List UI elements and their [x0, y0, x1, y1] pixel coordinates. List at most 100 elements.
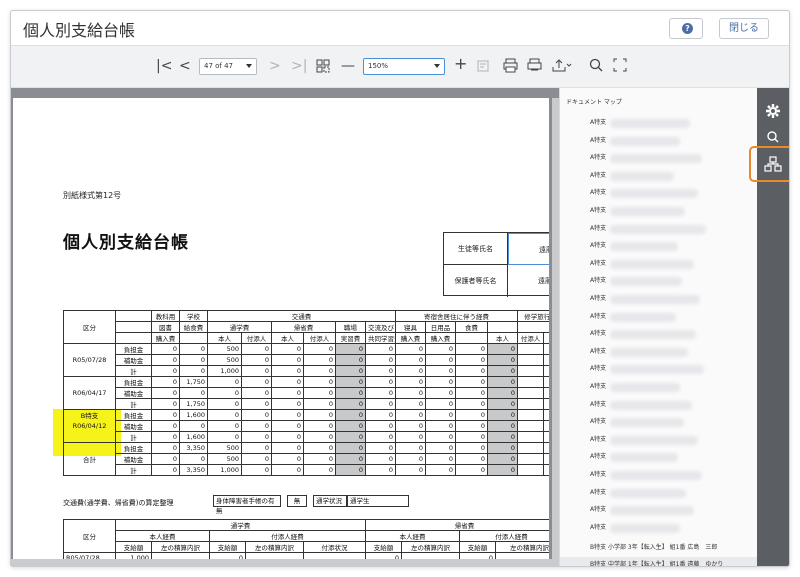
page-select[interactable]: 47 of 47 — [199, 58, 257, 75]
header-cell — [517, 321, 549, 333]
document-map-item[interactable]: A特支 — [590, 275, 606, 287]
print-layout-icon[interactable] — [527, 58, 542, 73]
header-cell: 支給額 — [365, 541, 403, 553]
redacted-name — [610, 435, 698, 445]
document-map-item[interactable]: A特支 — [590, 223, 606, 235]
prev-page-button[interactable]: < — [179, 58, 191, 74]
help-icon: ? — [682, 23, 693, 34]
value-cell: 0 — [395, 354, 427, 366]
header-cell: 購入費 — [151, 332, 180, 344]
document-map-item[interactable]: A特支 — [590, 170, 606, 182]
help-button[interactable]: ? — [669, 18, 703, 39]
value-cell — [517, 442, 545, 454]
guardian-name-row: 保護者等氏名 遠藤 — [444, 265, 549, 297]
value-cell: 0 — [395, 453, 427, 465]
document-map-item[interactable]: A特支 — [590, 328, 606, 340]
search-icon[interactable] — [589, 58, 604, 73]
zoom-out-button[interactable]: — — [341, 58, 355, 74]
value-cell: 0 — [151, 409, 180, 421]
redacted-name — [610, 154, 702, 164]
edit-disabled-icon[interactable] — [477, 59, 491, 73]
fullscreen-icon[interactable] — [613, 58, 628, 73]
zoom-in-button[interactable]: + — [454, 56, 467, 72]
row-group-cell — [63, 464, 116, 476]
header-cell: 購入費 — [425, 332, 457, 344]
header-cell: 支給額 — [459, 541, 497, 553]
document-map-item[interactable]: A特支 — [590, 240, 606, 252]
zoom-select[interactable]: 150% — [363, 58, 445, 75]
document-map-icon[interactable] — [762, 153, 784, 175]
document-map-item[interactable]: A特支 — [590, 487, 606, 499]
document-map-item[interactable]: A特支 — [590, 205, 606, 217]
document-map-item[interactable]: A特支 — [590, 416, 606, 428]
value-cell: 0 — [425, 354, 457, 366]
gear-icon[interactable] — [762, 100, 784, 122]
value-cell: 1,000 — [207, 365, 242, 377]
document-map-item[interactable]: A特支 — [590, 434, 606, 446]
horizontal-scrollbar[interactable] — [11, 559, 559, 566]
value-cell — [543, 464, 549, 476]
value-cell: 0 — [395, 420, 427, 432]
value-cell: 0 — [395, 343, 427, 355]
close-button[interactable]: 閉じる — [719, 18, 769, 39]
header-cell — [487, 321, 519, 333]
value-cell: 0 — [395, 409, 427, 421]
search-icon[interactable] — [762, 126, 784, 148]
value-cell — [517, 409, 545, 421]
value-cell: 0 — [335, 354, 366, 366]
document-map-item[interactable]: B特支 中学部 1年【転入生】 組1番 遠藤 ゆかり — [590, 559, 723, 566]
document-map-item[interactable]: A特支 — [590, 504, 606, 516]
header-cell: 支給額 — [209, 541, 246, 553]
header-cell: 本人 — [207, 332, 242, 344]
redacted-name — [610, 418, 684, 428]
redacted-name — [610, 259, 694, 269]
calc-header-row: 本人経費 付添人経費 本人経費 付添人経費 — [64, 530, 549, 542]
name-box: 生徒等氏名 遠藤 保護者等氏名 遠藤 — [443, 232, 549, 297]
document-map-item[interactable]: A特支 — [590, 399, 606, 411]
last-page-button[interactable]: >| — [291, 58, 307, 74]
document-map-item[interactable]: A特支 — [590, 293, 606, 305]
document-map-item[interactable]: A特支 — [590, 311, 606, 323]
value-cell: 0 — [271, 420, 304, 432]
document-map-item[interactable]: A特支 — [590, 152, 606, 164]
value-cell: 0 — [303, 365, 336, 377]
document-map-item[interactable]: A特支 — [590, 187, 606, 199]
document-map-item[interactable]: A特支 — [590, 522, 606, 534]
document-map-item[interactable]: A特支 — [590, 117, 606, 129]
value-cell: 0 — [335, 376, 366, 388]
redacted-name — [610, 400, 692, 410]
value-cell: 0 — [303, 387, 336, 399]
redacted-name — [610, 171, 674, 181]
value-cell: 0 — [455, 398, 489, 410]
value-cell: 0 — [455, 354, 489, 366]
vertical-scrollbar[interactable] — [552, 98, 559, 566]
value-cell: 0 — [303, 376, 336, 388]
export-icon[interactable] — [552, 58, 572, 73]
document-map-item[interactable]: B特支 小学部 3年【転入生】 組1番 広島 三郎 — [590, 542, 717, 554]
document-map-item[interactable]: A特支 — [590, 346, 606, 358]
value-cell: 0 — [425, 387, 457, 399]
document-map-item[interactable]: A特支 — [590, 258, 606, 270]
report-viewport[interactable]: 別紙様式第12号 個人別支給台帳 生徒等氏名 遠藤 保護者等氏名 遠藤 — [11, 88, 559, 566]
first-page-button[interactable]: |< — [156, 58, 172, 74]
title-bar: 個人別支給台帳 ? 閉じる — [11, 11, 789, 46]
value-cell: 0 — [364, 420, 397, 432]
student-name-row: 生徒等氏名 遠藤 — [444, 233, 549, 265]
next-page-button[interactable]: > — [269, 58, 281, 74]
table-row: 計 0 1,600 0 0 0 0 0 0 0 0 0 0 — [63, 431, 549, 443]
document-map-item[interactable]: A特支 — [590, 469, 606, 481]
document-map-item[interactable]: A特支 — [590, 451, 606, 463]
value-cell: 0 — [425, 409, 457, 421]
value-cell: 0 — [271, 464, 304, 476]
document-map-item[interactable]: A特支 — [590, 381, 606, 393]
value-cell: 0 — [487, 365, 519, 377]
document-map-item[interactable]: A特支 — [590, 363, 606, 375]
calc-header-row: 支給額 左の積算内訳 支給額 左の積算内訳 付添状況 支給額 左の積算内訳 支給額 左の積算内訳 — [64, 541, 549, 553]
print-icon[interactable] — [503, 58, 518, 73]
multi-page-icon[interactable] — [316, 59, 330, 73]
redacted-name — [610, 365, 704, 375]
value-cell: 500 — [207, 354, 242, 366]
header-cell: 帰省費 — [365, 519, 549, 531]
header-cell: 実習費 — [335, 332, 366, 344]
document-map-item[interactable]: A特支 — [590, 135, 606, 147]
